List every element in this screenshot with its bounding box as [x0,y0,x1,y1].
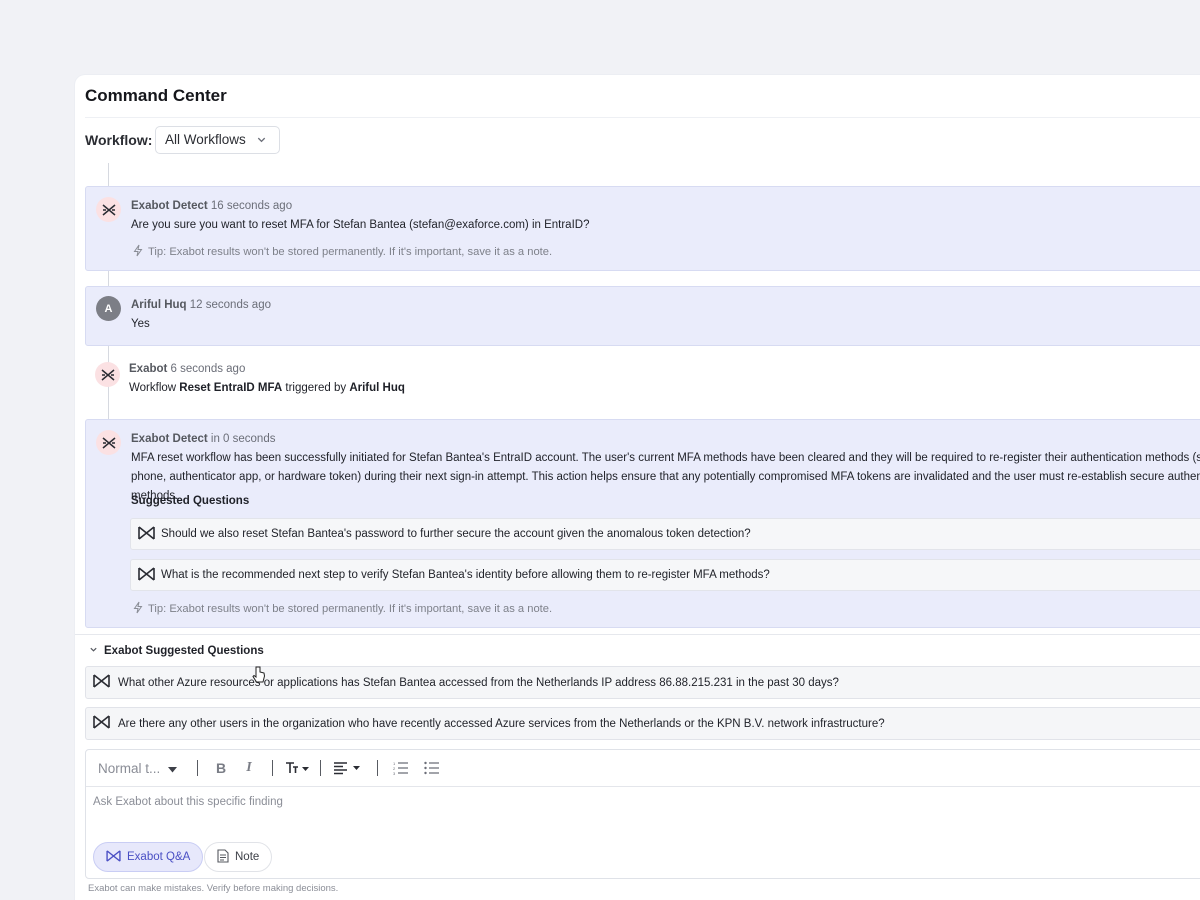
bullet-list-icon[interactable] [421,757,443,779]
suggested-questions-title: Suggested Questions [131,495,250,507]
message-author: Exabot Detect [131,433,208,445]
toolbar-divider [272,760,273,776]
text-style-value: Normal t... [98,760,161,776]
message-text: Workflow Reset EntraID MFA triggered by … [129,382,405,394]
message-meta: Exabot Detect 16 seconds ago [131,200,292,212]
italic-icon[interactable]: I [238,757,260,779]
exabot-suggested-title: Exabot Suggested Questions [104,645,264,657]
trigger-user: Ariful Huq [349,382,405,394]
exabot-avatar-icon [95,362,120,387]
suggested-question[interactable]: Should we also reset Stefan Bantea's pas… [130,518,1200,550]
message-time: in 0 seconds [210,433,276,445]
section-divider [75,634,1200,635]
chevron-down-icon [256,133,267,148]
exabot-suggested-question-text: What other Azure resources or applicatio… [118,676,839,689]
text-style-select[interactable]: Normal t... [98,761,188,776]
page-title: Command Center [85,86,227,105]
svg-text:3: 3 [393,771,396,775]
message-author: Exabot Detect [131,200,208,212]
exabot-avatar-icon [96,430,121,455]
mouse-pointer-icon [252,666,266,689]
message-editor: Normal t... B I 123 Ask Exabot about thi… [85,749,1200,879]
toolbar-divider [197,760,198,776]
message-tip: Tip: Exabot results won't be stored perm… [133,244,552,260]
exabot-suggested-questions-toggle[interactable]: Exabot Suggested Questions [89,645,264,657]
exabot-icon [138,566,155,584]
exabot-suggested-question-text: Are there any other users in the organiz… [118,717,885,730]
ordered-list-icon[interactable]: 123 [390,757,412,779]
message-time: 16 seconds ago [210,200,293,212]
message-user-reply: A Ariful Huq 12 seconds ago Yes [85,286,1200,346]
tip-text: Tip: Exabot results won't be stored perm… [148,603,553,615]
editor-toolbar: Normal t... B I 123 [86,750,1200,787]
exabot-icon [106,849,121,865]
lightning-icon [133,601,143,617]
message-time: 12 seconds ago [189,299,271,311]
command-center-panel: Command Center Workflow: All Workflows E… [75,75,1200,900]
message-exabot-detect-result: Exabot Detect in 0 seconds MFA reset wor… [85,419,1200,628]
disclaimer-text: Exabot can make mistakes. Verify before … [88,883,339,894]
message-author: Ariful Huq [131,299,187,311]
message-workflow-trigger: Exabot 6 seconds ago Workflow Reset Entr… [85,360,1200,410]
message-author: Exabot [129,363,168,375]
workflow-name: Reset EntraID MFA [179,382,283,394]
toolbar-divider [377,760,378,776]
align-icon[interactable] [333,757,365,779]
suggested-question-text: Should we also reset Stefan Bantea's pas… [161,528,751,540]
note-mode-button[interactable]: Note [204,842,273,872]
exabot-qa-mode-button[interactable]: Exabot Q&A [93,842,204,872]
suggested-question[interactable]: What is the recommended next step to ver… [130,559,1200,591]
message-exabot-detect-confirm: Exabot Detect 16 seconds ago Are you sur… [85,186,1200,271]
message-time: 6 seconds ago [170,363,246,375]
exabot-prompt-input[interactable] [93,796,993,808]
note-label: Note [235,851,260,863]
lightning-icon [133,244,143,260]
tip-text: Tip: Exabot results won't be stored perm… [148,246,553,258]
message-text: Are you sure you want to reset MFA for S… [131,219,590,231]
workflow-label: Workflow: [85,132,153,148]
bold-icon[interactable]: B [210,757,232,779]
exabot-qa-label: Exabot Q&A [127,851,191,863]
exabot-suggested-question[interactable]: Are there any other users in the organiz… [85,707,1200,740]
exabot-icon [93,674,110,691]
workflow-select[interactable]: All Workflows [155,126,280,154]
exabot-avatar-icon [96,197,121,222]
suggested-question-text: What is the recommended next step to ver… [161,569,770,581]
text-size-icon[interactable] [285,757,311,779]
chevron-down-icon [89,645,98,657]
conversation-feed[interactable]: Exabot Detect 16 seconds ago Are you sur… [75,163,1200,628]
message-tip: Tip: Exabot results won't be stored perm… [133,601,552,617]
message-text: MFA reset workflow has been successfully… [131,452,1200,502]
message-text: Yes [131,318,150,330]
note-icon [217,848,229,866]
workflow-select-value: All Workflows [165,132,246,147]
title-divider [85,117,1200,118]
exabot-icon [138,525,155,543]
caret-down-icon [168,761,178,776]
exabot-icon [93,715,110,732]
user-avatar: A [96,296,121,321]
message-meta: Ariful Huq 12 seconds ago [131,299,271,311]
message-meta: Exabot 6 seconds ago [129,363,245,375]
message-meta: Exabot Detect in 0 seconds [131,433,275,445]
toolbar-divider [320,760,321,776]
